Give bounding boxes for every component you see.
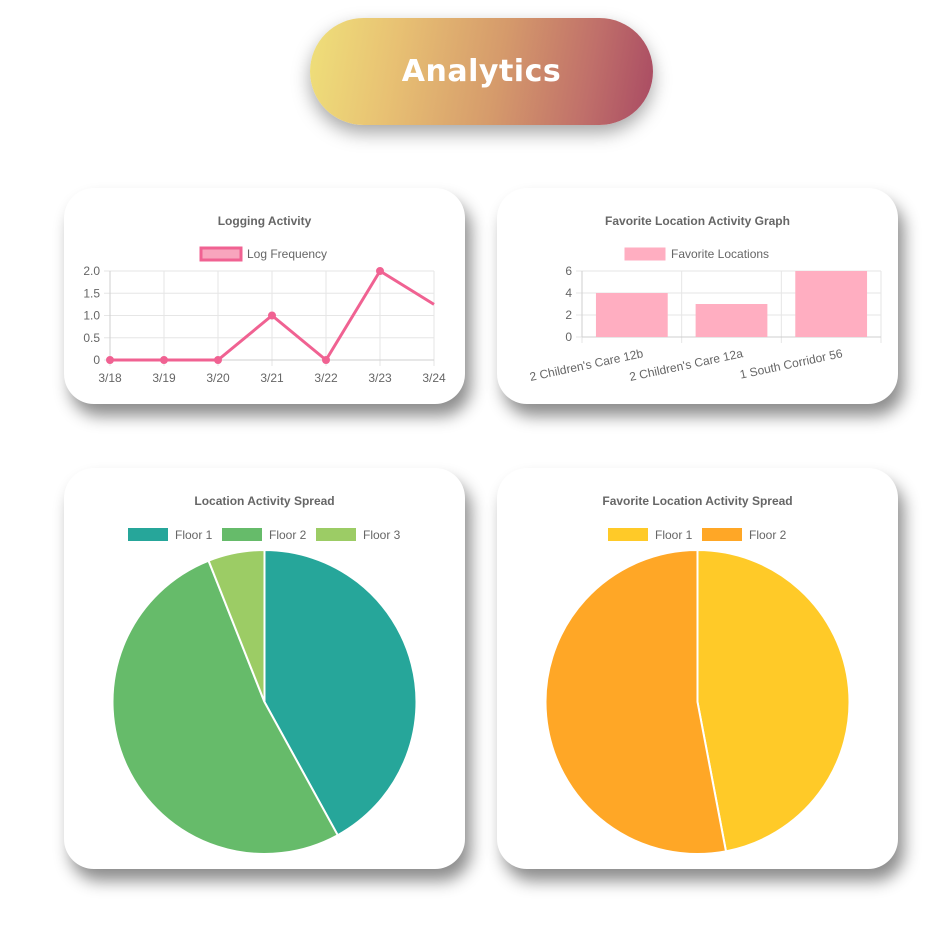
legend-swatch [702, 528, 742, 541]
bar [595, 293, 668, 337]
legend-label: Floor 3 [363, 528, 401, 542]
legend-swatch-favorite-locations [624, 247, 666, 261]
x-tick-label: 3/23 [368, 371, 392, 385]
y-tick-label: 2.0 [83, 264, 100, 278]
data-point [214, 356, 222, 364]
x-tick-label: 2 Children's Care 12b [528, 346, 644, 384]
y-tick-label: 2 [565, 308, 572, 322]
x-tick-label: 3/18 [98, 371, 122, 385]
legend-swatch [316, 528, 356, 541]
data-point [376, 267, 384, 275]
legend-label: Floor 1 [175, 528, 213, 542]
x-tick-label: 3/19 [152, 371, 176, 385]
legend-label: Log Frequency [247, 247, 327, 261]
y-tick-label: 4 [565, 286, 572, 300]
legend-label: Floor 1 [655, 528, 693, 542]
data-point [268, 311, 276, 320]
x-tick-label: 2 Children's Care 12a [628, 346, 744, 384]
x-tick-label: 3/22 [314, 371, 338, 385]
x-tick-label: 1 South Corridor 56 [738, 346, 844, 382]
y-tick-label: 0 [565, 330, 572, 344]
legend-swatch [128, 528, 168, 541]
logging-activity-card: Logging Activity Log Frequency 2.0 1.5 1.0 0.… [64, 188, 465, 404]
chart-title: Location Activity Spread [194, 494, 334, 508]
chart-title: Logging Activity [218, 214, 312, 228]
legend-swatch [222, 528, 262, 541]
legend-swatch-log-frequency [199, 246, 243, 262]
data-point [322, 356, 330, 364]
x-tick-label: 3/21 [260, 371, 284, 385]
legend-label: Favorite Locations [671, 247, 769, 261]
chart-title: Favorite Location Activity Spread [602, 494, 792, 508]
logging-activity-chart: Logging Activity Log Frequency 2.0 1.5 1.0 0.… [83, 214, 446, 385]
x-tick-label: 3/20 [206, 371, 230, 385]
y-tick-label: 0 [93, 353, 100, 367]
favorite-location-bar-chart: Favorite Location Activity Graph Favorite… [528, 214, 882, 384]
favorite-location-graph-card: Favorite Location Activity Graph Favorite… [497, 188, 898, 404]
legend-swatch [608, 528, 648, 541]
location-spread-pie-chart: Location Activity Spread Floor 1 Floor 2 Fl… [111, 494, 418, 855]
favorite-location-spread-card: Favorite Location Activity Spread Floor 1… [497, 468, 898, 869]
x-tick-label: 3/24 [422, 371, 446, 385]
data-point [160, 356, 168, 364]
legend-label: Floor 2 [749, 528, 787, 542]
legend-label: Floor 2 [269, 528, 307, 542]
y-tick-label: 1.5 [83, 286, 100, 300]
y-tick-label: 6 [565, 264, 572, 278]
data-point [106, 356, 114, 364]
pie-slice [696, 548, 851, 853]
y-tick-label: 1.0 [83, 309, 100, 323]
location-spread-card: Location Activity Spread Floor 1 Floor 2 Fl… [64, 468, 465, 869]
analytics-page: Analytics Logging Activity Log Frequency 2… [0, 0, 934, 943]
analytics-header: Analytics [310, 18, 653, 125]
page-title: Analytics [401, 54, 562, 89]
favorite-location-spread-pie-chart: Favorite Location Activity Spread Floor 1… [544, 494, 851, 855]
chart-title: Favorite Location Activity Graph [605, 214, 790, 228]
y-tick-label: 0.5 [83, 331, 100, 345]
bar [695, 304, 768, 337]
bar [795, 271, 868, 337]
